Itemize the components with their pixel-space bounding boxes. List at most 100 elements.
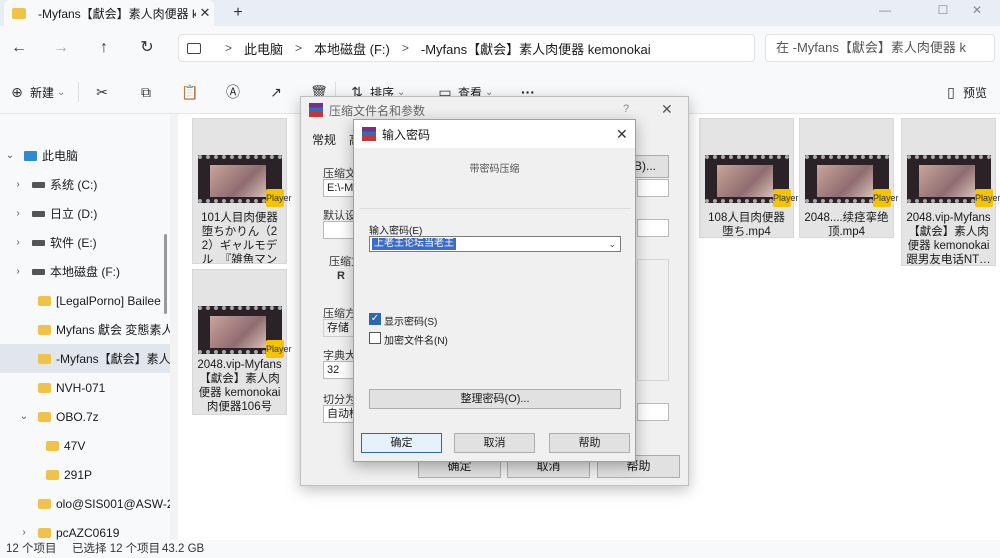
sidebar-item-label: 291P: [64, 467, 93, 482]
selection-size: 43.2 GB: [162, 543, 205, 555]
sidebar-item-label: 日立 (D:): [50, 207, 98, 221]
rename-icon[interactable]: Ⓐ: [224, 83, 242, 101]
file-name: 108人目肉便器堕ち.mp4: [708, 212, 785, 238]
password-value: 上老王论坛当老王: [372, 238, 456, 250]
preview-label: 预览: [963, 85, 988, 100]
enter-password-dialog: 输入密码 ✕ 带密码压缩 输入密码(E) 上老王论坛当老王 ⌄ ✓ 显示密码(S…: [353, 119, 636, 462]
window-close-button[interactable]: ✕: [954, 0, 1000, 26]
cancel-button[interactable]: 取消: [454, 433, 535, 453]
drive-icon: [32, 239, 45, 246]
chevron-right-icon[interactable]: ›: [18, 527, 30, 538]
archive-name-dropdown[interactable]: [637, 179, 669, 197]
show-password-label: 显示密码(S): [384, 317, 438, 328]
divider: [78, 82, 79, 102]
sidebar-item-label: -Myfans【獻会】素人: [56, 352, 170, 366]
format-radio[interactable]: R: [337, 270, 345, 282]
share-icon[interactable]: ↗: [267, 83, 285, 101]
sidebar-item-drive-f[interactable]: › 本地磁盘 (F:): [0, 257, 170, 286]
up-button[interactable]: ↑: [93, 37, 115, 59]
options-panel: [637, 259, 669, 381]
chevron-down-icon[interactable]: ⌄: [18, 411, 30, 422]
search-input[interactable]: 在 -Myfans【獻会】素人肉便器 k: [765, 34, 995, 62]
help-button[interactable]: 帮助: [549, 433, 630, 453]
cut-icon[interactable]: ✂: [93, 83, 111, 101]
sidebar-item-drive-e[interactable]: › 软件 (E:): [0, 228, 170, 257]
password-label: 输入密码(E): [369, 226, 423, 237]
sidebar-item-folder[interactable]: NVH-071: [0, 373, 170, 402]
sidebar-item-folder[interactable]: Myfans 獻会 変態素人: [0, 315, 170, 344]
chevron-down-icon[interactable]: ⌄: [4, 150, 16, 161]
folder-icon: [38, 498, 51, 509]
preview-pane-button[interactable]: ▯ 预览: [942, 82, 987, 102]
new-button[interactable]: ⊕ 新建 ⌄: [8, 82, 65, 102]
navigation-pane: ⌄ 此电脑 › 系统 (C:) › 日立 (D:) › 软件 (E:) › 本地…: [0, 114, 170, 540]
file-item[interactable]: Player 108人目肉便器堕ち.mp4: [699, 118, 799, 238]
tab-current-folder[interactable]: -Myfans【獻会】素人肉便器 ke ✕: [4, 0, 214, 26]
new-label: 新建: [30, 85, 55, 100]
chevron-right-icon[interactable]: ›: [12, 208, 24, 219]
sidebar-item-label: 此电脑: [42, 149, 79, 163]
navigation-bar: ← → ↑ ↻ > 此电脑 > 本地磁盘 (F:) > -Myfans【獻会】素…: [0, 26, 1000, 70]
breadcrumb-this-pc[interactable]: 此电脑: [244, 39, 283, 58]
sidebar-item-label: olo@SIS001@ASW-2: [56, 496, 170, 511]
profile-dropdown[interactable]: [637, 219, 669, 237]
sidebar-item-drive-c[interactable]: › 系统 (C:): [0, 170, 170, 199]
new-tab-button[interactable]: +: [228, 3, 248, 23]
sidebar-item-this-pc[interactable]: ⌄ 此电脑: [0, 141, 170, 170]
close-icon[interactable]: ✕: [661, 101, 673, 118]
refresh-button[interactable]: ↻: [136, 37, 158, 59]
sidebar-item-folder[interactable]: 47V: [0, 431, 170, 460]
drive-icon: [32, 268, 45, 275]
sidebar-item-label: OBO.7z: [56, 409, 99, 424]
folder-icon: [38, 324, 51, 335]
sidebar-item-drive-d[interactable]: › 日立 (D:): [0, 199, 170, 228]
copy-icon[interactable]: ⧉: [137, 83, 155, 101]
breadcrumb-separator: >: [401, 41, 409, 55]
password-input[interactable]: 上老王论坛当老王 ⌄: [369, 236, 621, 252]
sidebar-item-folder[interactable]: ⌄ OBO.7z: [0, 402, 170, 431]
file-item[interactable]: Player 2048....续痉挛绝顶.mp4: [799, 118, 899, 238]
file-item[interactable]: Player 2048.vip-Myfans【獻会】素人肉便器 kemonoka…: [192, 269, 292, 415]
ok-button[interactable]: 确定: [361, 433, 442, 453]
tab-close-icon[interactable]: ✕: [196, 5, 214, 21]
file-name: 2048....续痉挛绝顶.mp4: [804, 212, 889, 238]
breadcrumb-drive-f[interactable]: 本地磁盘 (F:): [314, 39, 390, 58]
paste-icon[interactable]: 📋: [181, 83, 199, 101]
sidebar-item-folder[interactable]: olo@SIS001@ASW-2: [0, 489, 170, 518]
winrar-icon: [309, 103, 323, 117]
title-bar: -Myfans【獻会】素人肉便器 ke ✕ + — ☐ ✕: [0, 0, 1000, 26]
chevron-down-icon[interactable]: ⌄: [608, 237, 616, 251]
sidebar-item-label: 47V: [64, 438, 86, 453]
sidebar-item-folder[interactable]: › pcAZC0619: [0, 518, 170, 540]
sidebar-item-label: pcAZC0619: [56, 525, 120, 540]
file-item[interactable]: Player 2048.vip-Myfans【獻会】素人肉便器 kemonoka…: [901, 118, 1000, 266]
file-item[interactable]: Player 101人目肉便器堕ちかりん（22）ギャルモデル_『雑魚マンオホ声…: [192, 118, 292, 264]
minimize-button[interactable]: —: [862, 0, 908, 26]
selection-count: 已选择 12 个项目: [72, 543, 161, 555]
status-bar: 12 个项目 已选择 12 个项目 43.2 GB: [0, 540, 1000, 558]
folder-icon: [46, 440, 59, 451]
chevron-down-icon: ⌄: [57, 86, 66, 98]
sidebar-item-current-folder[interactable]: -Myfans【獻会】素人: [0, 344, 170, 373]
sidebar-item-folder[interactable]: 291P: [0, 460, 170, 489]
forward-button[interactable]: →: [50, 37, 72, 59]
player-badge-icon: Player: [873, 189, 899, 207]
help-icon[interactable]: ?: [623, 103, 629, 115]
folder-icon: [38, 353, 51, 364]
show-password-checkbox[interactable]: ✓: [369, 313, 381, 325]
sidebar-scrollbar[interactable]: [164, 234, 167, 314]
sidebar-item-label: 本地磁盘 (F:): [50, 265, 120, 279]
close-icon[interactable]: ✕: [616, 126, 628, 143]
encrypt-filenames-checkbox[interactable]: [369, 332, 381, 344]
breadcrumb-current-folder[interactable]: -Myfans【獻会】素人肉便器 kemonokai: [421, 39, 651, 58]
address-bar[interactable]: > 此电脑 > 本地磁盘 (F:) > -Myfans【獻会】素人肉便器 kem…: [178, 34, 755, 62]
sidebar-item-folder[interactable]: [LegalPorno] Bailee I: [0, 286, 170, 315]
chevron-right-icon[interactable]: ›: [12, 237, 24, 248]
chevron-right-icon[interactable]: ›: [12, 179, 24, 190]
organize-passwords-button[interactable]: 整理密码(O)...: [369, 389, 621, 409]
player-badge-icon: Player: [266, 340, 292, 358]
back-button[interactable]: ←: [8, 37, 30, 59]
split-volumes-field[interactable]: [637, 403, 669, 421]
chevron-right-icon[interactable]: ›: [12, 266, 24, 277]
tab-general[interactable]: 常规: [312, 131, 336, 148]
